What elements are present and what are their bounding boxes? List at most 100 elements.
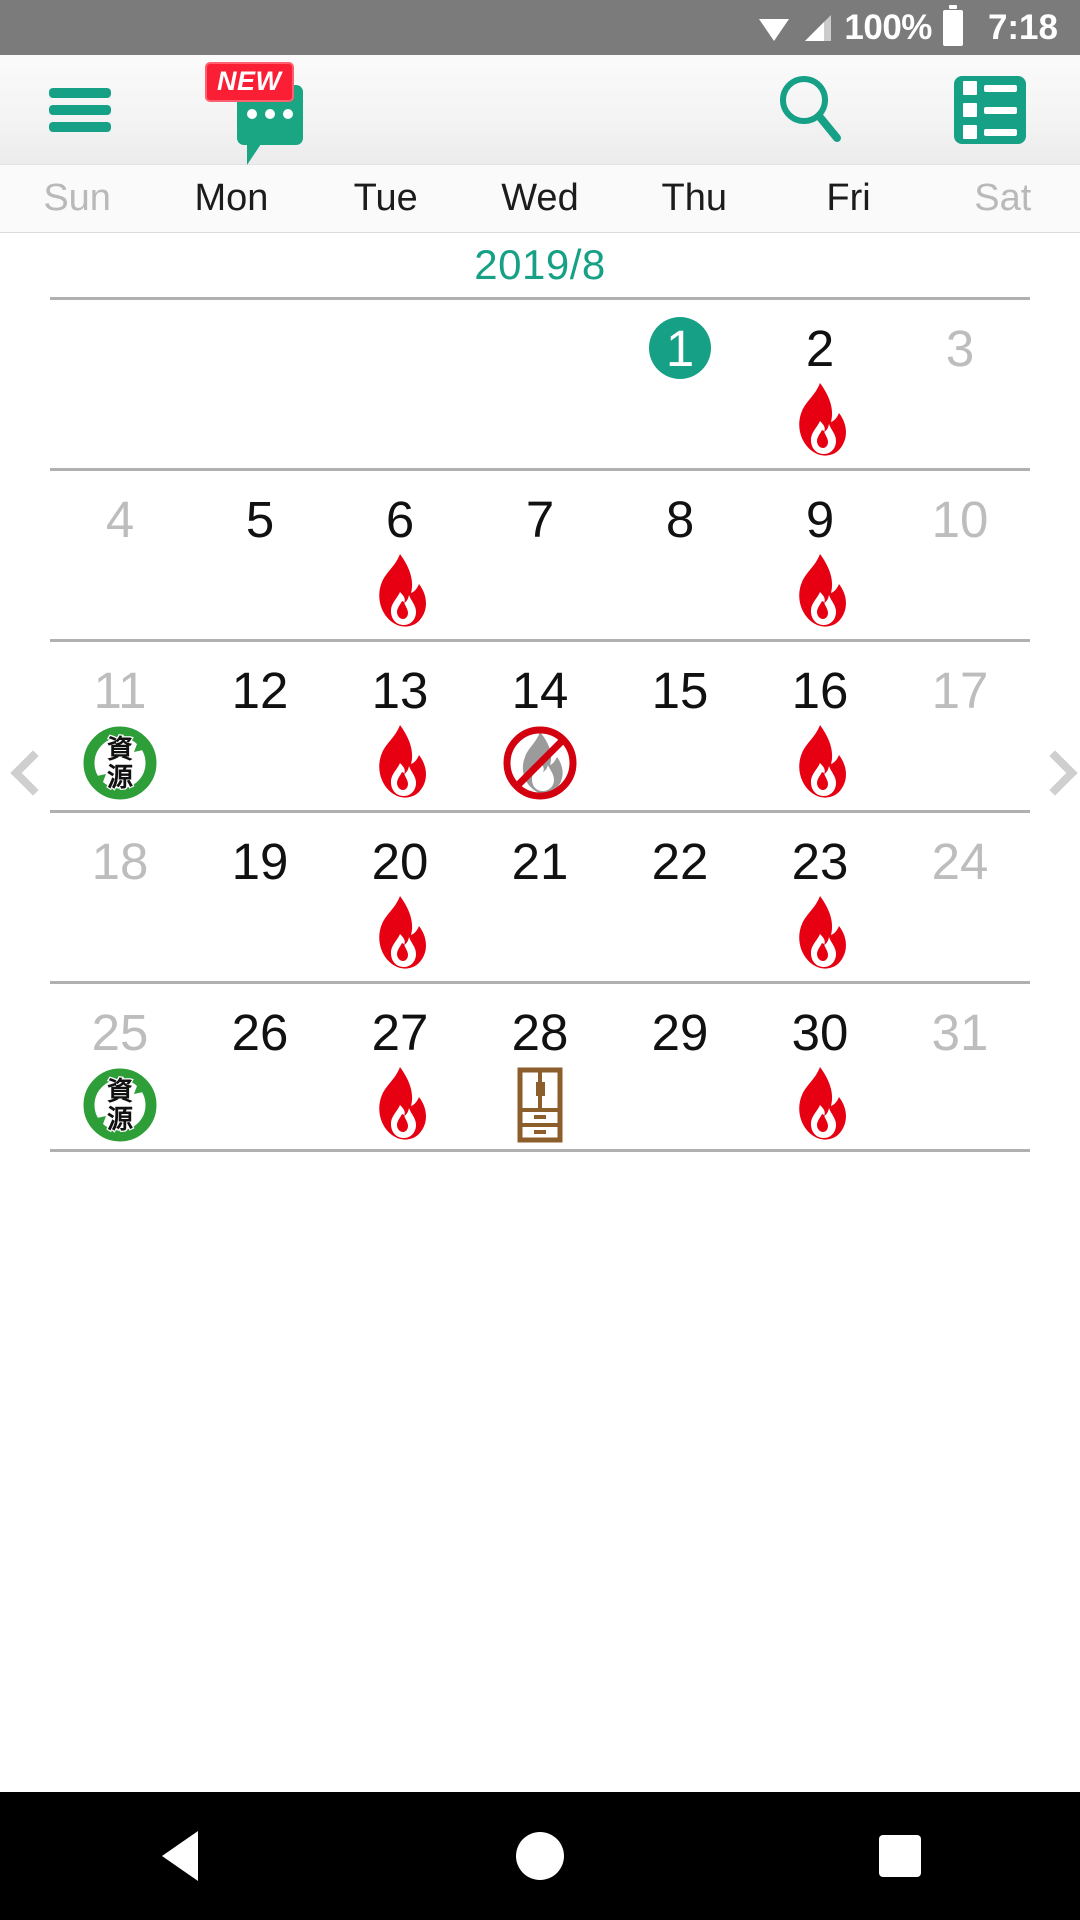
- calendar-week-row: 18 19 20 21 22 23 24: [50, 810, 1030, 981]
- day-number: 15: [651, 661, 709, 719]
- day-number: 14: [511, 661, 569, 719]
- calendar-week-row: 25 資源 26 27 28 29 30 31: [50, 981, 1030, 1152]
- day-number: 11: [93, 661, 147, 719]
- day-number: 5: [245, 490, 275, 548]
- day-number: [89, 320, 151, 376]
- calendar-day-cell[interactable]: 4: [50, 471, 190, 639]
- nav-recents-button[interactable]: [800, 1792, 1000, 1920]
- bulky-furniture-icon: [502, 1064, 578, 1146]
- weekday-tue: Tue: [353, 177, 418, 219]
- calendar-week-row: 11 資源 12 13 14 15 16 17: [50, 639, 1030, 810]
- calendar-week-row: 4 5 6 7 8 9 10: [50, 468, 1030, 639]
- day-number: 24: [931, 832, 989, 890]
- burnable-trash-flame-icon: [782, 722, 858, 804]
- month-title: 2019/8: [474, 241, 606, 288]
- calendar-day-cell[interactable]: 11 資源: [50, 642, 190, 810]
- day-number: [229, 320, 291, 376]
- menu-button[interactable]: [38, 55, 122, 165]
- calendar-day-cell[interactable]: 14: [470, 642, 610, 810]
- day-number: 19: [231, 832, 289, 890]
- calendar-day-cell[interactable]: 20: [330, 813, 470, 981]
- list-view-button[interactable]: [940, 55, 1040, 165]
- calendar-day-cell[interactable]: 10: [890, 471, 1030, 639]
- calendar-day-cell[interactable]: 30: [750, 984, 890, 1149]
- search-button[interactable]: [760, 55, 860, 165]
- calendar-day-cell[interactable]: 24: [890, 813, 1030, 981]
- day-number: 10: [931, 490, 989, 548]
- calendar-day-cell[interactable]: 15: [610, 642, 750, 810]
- nav-home-button[interactable]: [440, 1792, 640, 1920]
- no-burnable-trash-icon: [502, 722, 578, 804]
- burnable-trash-flame-icon: [362, 722, 438, 804]
- calendar-day-cell[interactable]: 1: [610, 300, 750, 468]
- calendar-day-cell[interactable]: 7: [470, 471, 610, 639]
- day-number: [509, 320, 571, 376]
- day-number: 6: [385, 490, 415, 548]
- calendar-day-cell[interactable]: 25 資源: [50, 984, 190, 1149]
- day-number: 18: [91, 832, 149, 890]
- app-root: 100% 7:18 NEW Sun Mon Tue Wed Thu Fri Sa…: [0, 0, 1080, 1920]
- calendar-day-cell[interactable]: 19: [190, 813, 330, 981]
- day-number: 23: [791, 832, 849, 890]
- day-number: 29: [651, 1003, 709, 1061]
- calendar-day-cell[interactable]: 12: [190, 642, 330, 810]
- calendar-day-cell[interactable]: 13: [330, 642, 470, 810]
- weekday-fri: Fri: [826, 177, 871, 219]
- calendar-day-cell[interactable]: 29: [610, 984, 750, 1149]
- recents-nav-icon: [879, 1835, 921, 1877]
- app-toolbar: NEW: [0, 55, 1080, 165]
- chat-button[interactable]: NEW: [205, 55, 315, 165]
- nav-back-button[interactable]: [80, 1792, 280, 1920]
- day-icon-slot: [362, 1064, 438, 1146]
- calendar-day-cell[interactable]: 5: [190, 471, 330, 639]
- calendar-day-cell[interactable]: 28: [470, 984, 610, 1149]
- recycle-resources-icon: 資源: [82, 1064, 158, 1146]
- day-number: 2: [805, 319, 835, 377]
- day-number: 17: [931, 661, 989, 719]
- calendar-day-cell[interactable]: 23: [750, 813, 890, 981]
- burnable-trash-flame-icon: [782, 380, 858, 462]
- day-number: 4: [105, 490, 135, 548]
- recycle-resources-icon: 資源: [82, 722, 158, 804]
- burnable-trash-flame-icon: [362, 1064, 438, 1146]
- next-month-button[interactable]: [1026, 745, 1078, 803]
- day-number: 26: [231, 1003, 289, 1061]
- calendar-day-cell[interactable]: 18: [50, 813, 190, 981]
- svg-text:源: 源: [107, 763, 133, 793]
- day-number: 30: [791, 1003, 849, 1061]
- calendar-day-cell[interactable]: 16: [750, 642, 890, 810]
- home-nav-icon: [516, 1832, 564, 1880]
- day-icon-slot: [782, 380, 858, 462]
- calendar-day-cell[interactable]: 6: [330, 471, 470, 639]
- calendar-day-cell[interactable]: 22: [610, 813, 750, 981]
- prev-month-button[interactable]: [2, 745, 54, 803]
- calendar-empty-cell: [330, 300, 470, 468]
- calendar-day-cell[interactable]: 2: [750, 300, 890, 468]
- day-number: 31: [931, 1003, 989, 1061]
- chevron-left-icon: [15, 751, 41, 797]
- calendar-week-row: 1 2 3: [50, 297, 1030, 468]
- signal-icon: [802, 13, 833, 43]
- calendar-day-cell[interactable]: 26: [190, 984, 330, 1149]
- calendar-day-cell[interactable]: 3: [890, 300, 1030, 468]
- calendar-day-cell[interactable]: 9: [750, 471, 890, 639]
- calendar-day-cell[interactable]: 8: [610, 471, 750, 639]
- day-icon-slot: [502, 1064, 578, 1146]
- calendar-day-cell[interactable]: 17: [890, 642, 1030, 810]
- burnable-trash-flame-icon: [782, 893, 858, 975]
- weekday-mon: Mon: [194, 177, 269, 219]
- clock-label: 7:18: [987, 8, 1058, 47]
- day-number: 3: [945, 319, 975, 377]
- weekday-thu: Thu: [661, 177, 727, 219]
- calendar-day-cell[interactable]: 21: [470, 813, 610, 981]
- weekday-sat: Sat: [974, 177, 1032, 219]
- new-badge: NEW: [205, 62, 294, 103]
- day-number: 28: [511, 1003, 569, 1061]
- day-icon-slot: [502, 722, 578, 804]
- calendar-day-cell[interactable]: 31: [890, 984, 1030, 1149]
- calendar-day-cell[interactable]: 27: [330, 984, 470, 1149]
- day-number: 16: [791, 661, 849, 719]
- day-number: 22: [651, 832, 709, 890]
- day-icon-slot: [782, 893, 858, 975]
- month-title-bar: 2019/8: [0, 233, 1080, 297]
